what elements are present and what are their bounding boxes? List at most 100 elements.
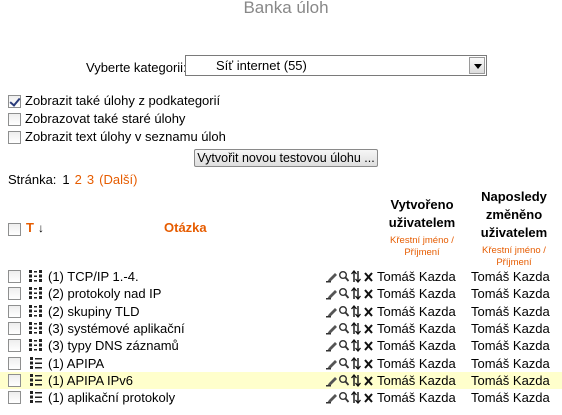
modified-by-name: Tomáš Kazda — [471, 269, 550, 284]
created-by-name: Tomáš Kazda — [377, 338, 456, 354]
created-by-name: Tomáš Kazda — [377, 355, 456, 371]
table-row: (3) systémové aplikační Tomáš Kazda Tomáš … — [0, 320, 562, 337]
created-by-name: Tomáš Kazda — [377, 390, 456, 406]
table-row: (3) typy DNS záznamů Tomáš Kazda Tomáš Kaz… — [0, 337, 562, 354]
question-name: (1) APIPA IPv6 — [48, 372, 134, 388]
question-name: (1) TCP/IP 1.-4. — [48, 269, 139, 284]
option-show-old[interactable]: Zobrazovat také staré úlohy — [8, 111, 186, 127]
preview-icon[interactable] — [338, 340, 350, 351]
edit-icon[interactable] — [326, 359, 337, 370]
move-icon[interactable] — [351, 356, 361, 370]
question-name: (1) APIPA — [48, 355, 105, 371]
delete-icon[interactable] — [364, 306, 373, 317]
modified-by-name: Tomáš Kazda — [471, 320, 550, 336]
option-show-subcategories[interactable]: Zobrazit také úlohy z podkategorií — [8, 93, 221, 109]
modified-by-sort-links[interactable]: Křestní jméno / Příjmení — [472, 245, 556, 269]
delete-icon[interactable] — [364, 376, 373, 386]
modified-by-name: Tomáš Kazda — [471, 338, 550, 354]
preview-icon[interactable] — [338, 374, 350, 386]
preview-icon[interactable] — [338, 357, 350, 369]
edit-icon[interactable] — [326, 307, 337, 318]
option-label: Zobrazovat také staré úlohy — [25, 111, 186, 126]
sort-type-header[interactable]: T — [26, 220, 34, 235]
question-name: (3) typy DNS záznamů — [48, 338, 179, 354]
show-text-checkbox[interactable] — [8, 131, 21, 145]
move-icon[interactable] — [351, 270, 361, 283]
created-by-name: Tomáš Kazda — [377, 320, 456, 336]
multichoice-icon — [30, 391, 42, 404]
matching-icon — [29, 321, 42, 334]
table-row: (1) TCP/IP 1.-4. Tomáš Kazda Tomáš Kazda — [0, 268, 562, 285]
chevron-down-icon[interactable] — [469, 57, 485, 74]
question-name: (2) protokoly nad IP — [48, 286, 162, 302]
pager-page-3[interactable]: 3 — [87, 172, 94, 187]
edit-icon[interactable] — [326, 324, 337, 335]
row-checkbox[interactable] — [8, 270, 21, 283]
table-row: (2) protokoly nad IP Tomáš Kazda Tomáš Kaz… — [0, 285, 562, 302]
row-checkbox[interactable] — [8, 391, 21, 405]
preview-icon[interactable] — [338, 322, 350, 334]
show-old-checkbox[interactable] — [8, 113, 21, 127]
sort-question-header[interactable]: Otázka — [164, 220, 207, 235]
created-by-sort-links[interactable]: Křestní jméno / Příjmení — [380, 235, 464, 259]
row-checkbox[interactable] — [8, 287, 21, 301]
edit-icon[interactable] — [326, 376, 337, 387]
category-selected-value: Síť internet (55) — [216, 58, 307, 73]
pager-next[interactable]: (Další) — [99, 172, 137, 187]
option-label: Zobrazit také úlohy z podkategorií — [25, 93, 221, 108]
matching-icon — [29, 287, 42, 300]
question-name: (2) skupiny TLD — [48, 303, 140, 319]
move-icon[interactable] — [351, 373, 361, 387]
edit-icon[interactable] — [326, 273, 337, 283]
move-icon[interactable] — [351, 391, 361, 405]
modified-by-name: Tomáš Kazda — [471, 286, 550, 302]
delete-icon[interactable] — [364, 289, 373, 299]
modified-by-header: Naposledy změněno uživatelem Křestní jmé… — [472, 188, 556, 269]
multichoice-icon — [30, 373, 42, 386]
create-question-button[interactable]: Vytvořit novou testovou úlohu ... — [194, 149, 378, 167]
move-icon[interactable] — [351, 339, 361, 353]
move-icon[interactable] — [351, 287, 361, 301]
created-by-name: Tomáš Kazda — [377, 269, 456, 284]
row-checkbox[interactable] — [8, 339, 21, 353]
row-checkbox[interactable] — [8, 356, 21, 370]
option-show-text[interactable]: Zobrazit text úlohy v seznamu úloh — [8, 129, 226, 145]
row-checkbox[interactable] — [8, 321, 21, 335]
row-actions — [326, 321, 373, 335]
modified-by-title: Naposledy změněno uživatelem — [480, 189, 548, 240]
row-actions — [326, 373, 373, 387]
move-icon[interactable] — [351, 304, 361, 318]
delete-icon[interactable] — [364, 341, 373, 351]
row-checkbox[interactable] — [8, 373, 21, 387]
preview-icon[interactable] — [338, 392, 350, 403]
pager-current: 1 — [62, 172, 70, 187]
move-icon[interactable] — [351, 321, 361, 335]
preview-icon[interactable] — [338, 288, 350, 299]
option-label: Zobrazit text úlohy v seznamu úloh — [25, 129, 226, 144]
edit-icon[interactable] — [326, 290, 337, 300]
select-all-checkbox[interactable] — [8, 223, 21, 237]
table-row: (1) aplikační protokoly Tomáš Kazda Tomáš … — [0, 389, 562, 406]
matching-icon — [29, 270, 42, 282]
edit-icon[interactable] — [326, 394, 337, 404]
category-label: Vyberte kategorii: — [86, 60, 187, 75]
modified-by-name: Tomáš Kazda — [471, 372, 550, 388]
row-actions — [326, 304, 373, 318]
preview-icon[interactable] — [338, 271, 350, 282]
delete-icon[interactable] — [364, 324, 373, 334]
delete-icon[interactable] — [364, 358, 373, 369]
edit-icon[interactable] — [326, 342, 337, 352]
delete-icon[interactable] — [364, 393, 373, 403]
created-by-header: Vytvořeno uživatelem Křestní jméno / Pří… — [380, 196, 464, 259]
matching-icon — [29, 339, 42, 352]
table-row: (1) APIPA Tomáš Kazda Tomáš Kazda — [0, 355, 562, 372]
table-row: (1) APIPA IPv6 Tomáš Kazda Tomáš Kazda — [0, 371, 562, 389]
modified-by-name: Tomáš Kazda — [471, 355, 550, 371]
pager-page-2[interactable]: 2 — [75, 172, 82, 187]
category-select[interactable]: Síť internet (55) — [185, 55, 487, 76]
row-checkbox[interactable] — [8, 304, 21, 318]
show-subcategories-checkbox[interactable] — [8, 95, 21, 109]
page-title: Banka úloh — [243, 0, 329, 17]
preview-icon[interactable] — [338, 305, 350, 317]
delete-icon[interactable] — [364, 272, 373, 282]
